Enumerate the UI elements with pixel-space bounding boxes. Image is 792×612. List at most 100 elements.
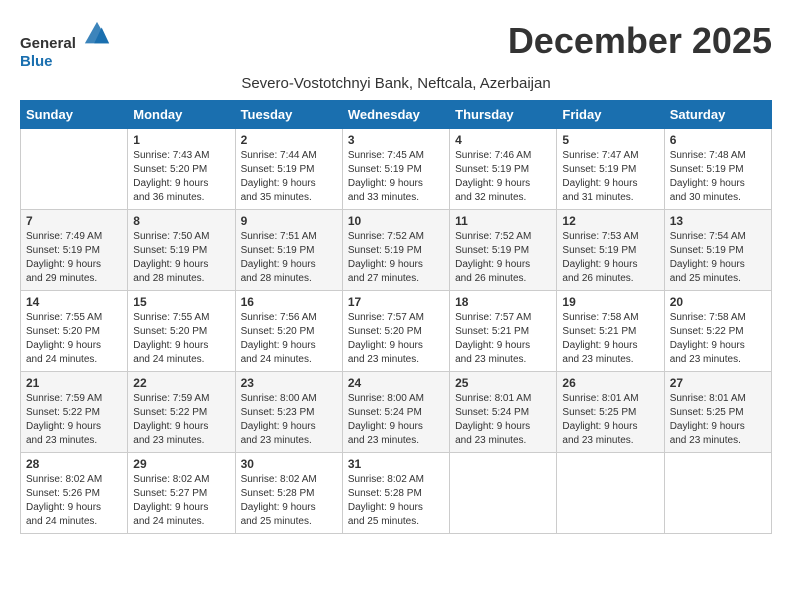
- calendar-week-5: 28 Sunrise: 8:02 AM Sunset: 5:26 PM Dayli…: [21, 453, 772, 534]
- calendar-cell: 6 Sunrise: 7:48 AM Sunset: 5:19 PM Daylig…: [664, 129, 771, 210]
- day-number: 14: [26, 295, 122, 309]
- day-info: Sunrise: 7:54 AM Sunset: 5:19 PM Dayligh…: [670, 230, 766, 286]
- day-info: Sunrise: 7:56 AM Sunset: 5:20 PM Dayligh…: [241, 311, 337, 367]
- day-number: 18: [455, 295, 551, 309]
- day-info: Sunrise: 7:57 AM Sunset: 5:21 PM Dayligh…: [455, 311, 551, 367]
- calendar-cell: 10 Sunrise: 7:52 AM Sunset: 5:19 PM Dayli…: [342, 210, 449, 291]
- calendar-cell: 9 Sunrise: 7:51 AM Sunset: 5:19 PM Daylig…: [235, 210, 342, 291]
- day-info: Sunrise: 7:58 AM Sunset: 5:22 PM Dayligh…: [670, 311, 766, 367]
- day-info: Sunrise: 7:47 AM Sunset: 5:19 PM Dayligh…: [562, 149, 658, 205]
- subtitle: Severo-Vostotchnyi Bank, Neftcala, Azerb…: [20, 75, 772, 92]
- weekday-header-friday: Friday: [557, 101, 664, 129]
- calendar-cell: 26 Sunrise: 8:01 AM Sunset: 5:25 PM Dayli…: [557, 372, 664, 453]
- day-number: 11: [455, 214, 551, 228]
- calendar-cell: 27Sunrise: 8:01 AM Sunset: 5:25 PM Dayli…: [664, 372, 771, 453]
- page-container: General Blue December 2025 Severo-Vostot…: [20, 20, 772, 534]
- day-info: Sunrise: 7:52 AM Sunset: 5:19 PM Dayligh…: [348, 230, 444, 286]
- calendar-cell: 13 Sunrise: 7:54 AM Sunset: 5:19 PM Dayli…: [664, 210, 771, 291]
- calendar-cell: 8Sunrise: 7:50 AM Sunset: 5:19 PM Daylig…: [128, 210, 235, 291]
- calendar-cell: 24Sunrise: 8:00 AM Sunset: 5:24 PM Dayli…: [342, 372, 449, 453]
- calendar-cell: 22 Sunrise: 7:59 AM Sunset: 5:22 PM Dayli…: [128, 372, 235, 453]
- day-info: Sunrise: 8:00 AM Sunset: 5:24 PM Dayligh…: [348, 392, 444, 448]
- calendar-week-4: 21Sunrise: 7:59 AM Sunset: 5:22 PM Dayli…: [21, 372, 772, 453]
- header: General Blue December 2025: [20, 20, 772, 71]
- day-number: 25: [455, 376, 551, 390]
- day-info: Sunrise: 8:02 AM Sunset: 5:28 PM Dayligh…: [241, 473, 337, 529]
- day-info: Sunrise: 8:01 AM Sunset: 5:25 PM Dayligh…: [562, 392, 658, 448]
- calendar-cell: 30Sunrise: 8:02 AM Sunset: 5:28 PM Dayli…: [235, 453, 342, 534]
- day-number: 29: [133, 457, 229, 471]
- header-row: SundayMondayTuesdayWednesdayThursdayFrid…: [21, 101, 772, 129]
- logo-general: General: [20, 20, 111, 53]
- weekday-header-wednesday: Wednesday: [342, 101, 449, 129]
- calendar-week-3: 14 Sunrise: 7:55 AM Sunset: 5:20 PM Dayli…: [21, 291, 772, 372]
- day-info: Sunrise: 8:02 AM Sunset: 5:26 PM Dayligh…: [26, 473, 122, 529]
- calendar-cell: 1 Sunrise: 7:43 AM Sunset: 5:20 PM Daylig…: [128, 129, 235, 210]
- weekday-header-tuesday: Tuesday: [235, 101, 342, 129]
- calendar-cell: 2Sunrise: 7:44 AM Sunset: 5:19 PM Daylig…: [235, 129, 342, 210]
- calendar-cell: 31Sunrise: 8:02 AM Sunset: 5:28 PM Dayli…: [342, 453, 449, 534]
- day-info: Sunrise: 8:01 AM Sunset: 5:25 PM Dayligh…: [670, 392, 766, 448]
- month-title: December 2025: [508, 20, 772, 62]
- day-info: Sunrise: 7:55 AM Sunset: 5:20 PM Dayligh…: [133, 311, 229, 367]
- weekday-header-saturday: Saturday: [664, 101, 771, 129]
- calendar-cell: 14 Sunrise: 7:55 AM Sunset: 5:20 PM Dayli…: [21, 291, 128, 372]
- day-info: Sunrise: 7:58 AM Sunset: 5:21 PM Dayligh…: [562, 311, 658, 367]
- calendar-cell: [557, 453, 664, 534]
- calendar-body: 1 Sunrise: 7:43 AM Sunset: 5:20 PM Daylig…: [21, 129, 772, 534]
- calendar-cell: [21, 129, 128, 210]
- day-number: 22: [133, 376, 229, 390]
- calendar-table: SundayMondayTuesdayWednesdayThursdayFrid…: [20, 100, 772, 534]
- day-number: 12: [562, 214, 658, 228]
- day-info: Sunrise: 7:53 AM Sunset: 5:19 PM Dayligh…: [562, 230, 658, 286]
- day-info: Sunrise: 7:55 AM Sunset: 5:20 PM Dayligh…: [26, 311, 122, 367]
- day-info: Sunrise: 7:48 AM Sunset: 5:19 PM Dayligh…: [670, 149, 766, 205]
- weekday-header-thursday: Thursday: [450, 101, 557, 129]
- day-number: 8: [133, 214, 229, 228]
- calendar-cell: 18 Sunrise: 7:57 AM Sunset: 5:21 PM Dayli…: [450, 291, 557, 372]
- calendar-header: SundayMondayTuesdayWednesdayThursdayFrid…: [21, 101, 772, 129]
- day-number: 6: [670, 133, 766, 147]
- weekday-header-sunday: Sunday: [21, 101, 128, 129]
- day-info: Sunrise: 7:57 AM Sunset: 5:20 PM Dayligh…: [348, 311, 444, 367]
- calendar-cell: 20 Sunrise: 7:58 AM Sunset: 5:22 PM Dayli…: [664, 291, 771, 372]
- calendar-cell: [450, 453, 557, 534]
- day-number: 13: [670, 214, 766, 228]
- calendar-cell: 3 Sunrise: 7:45 AM Sunset: 5:19 PM Daylig…: [342, 129, 449, 210]
- day-info: Sunrise: 7:59 AM Sunset: 5:22 PM Dayligh…: [26, 392, 122, 448]
- day-number: 1: [133, 133, 229, 147]
- calendar-cell: 21Sunrise: 7:59 AM Sunset: 5:22 PM Dayli…: [21, 372, 128, 453]
- day-number: 17: [348, 295, 444, 309]
- logo-icon: [83, 20, 111, 48]
- day-info: Sunrise: 8:02 AM Sunset: 5:27 PM Dayligh…: [133, 473, 229, 529]
- day-number: 5: [562, 133, 658, 147]
- day-info: Sunrise: 8:01 AM Sunset: 5:24 PM Dayligh…: [455, 392, 551, 448]
- calendar-cell: 7Sunrise: 7:49 AM Sunset: 5:19 PM Daylig…: [21, 210, 128, 291]
- day-number: 26: [562, 376, 658, 390]
- calendar-cell: 28 Sunrise: 8:02 AM Sunset: 5:26 PM Dayli…: [21, 453, 128, 534]
- day-info: Sunrise: 7:43 AM Sunset: 5:20 PM Dayligh…: [133, 149, 229, 205]
- weekday-header-monday: Monday: [128, 101, 235, 129]
- day-info: Sunrise: 7:52 AM Sunset: 5:19 PM Dayligh…: [455, 230, 551, 286]
- day-info: Sunrise: 7:44 AM Sunset: 5:19 PM Dayligh…: [241, 149, 337, 205]
- day-info: Sunrise: 7:51 AM Sunset: 5:19 PM Dayligh…: [241, 230, 337, 286]
- day-number: 19: [562, 295, 658, 309]
- calendar-cell: 17 Sunrise: 7:57 AM Sunset: 5:20 PM Dayli…: [342, 291, 449, 372]
- calendar-cell: 19 Sunrise: 7:58 AM Sunset: 5:21 PM Dayli…: [557, 291, 664, 372]
- day-number: 9: [241, 214, 337, 228]
- logo-text: General Blue: [20, 20, 111, 71]
- calendar-cell: [664, 453, 771, 534]
- day-number: 23: [241, 376, 337, 390]
- day-number: 3: [348, 133, 444, 147]
- day-number: 16: [241, 295, 337, 309]
- day-info: Sunrise: 7:59 AM Sunset: 5:22 PM Dayligh…: [133, 392, 229, 448]
- day-info: Sunrise: 7:45 AM Sunset: 5:19 PM Dayligh…: [348, 149, 444, 205]
- day-number: 20: [670, 295, 766, 309]
- calendar-week-1: 1 Sunrise: 7:43 AM Sunset: 5:20 PM Daylig…: [21, 129, 772, 210]
- day-number: 15: [133, 295, 229, 309]
- calendar-cell: 11 Sunrise: 7:52 AM Sunset: 5:19 PM Dayli…: [450, 210, 557, 291]
- calendar-cell: 25 Sunrise: 8:01 AM Sunset: 5:24 PM Dayli…: [450, 372, 557, 453]
- day-number: 10: [348, 214, 444, 228]
- day-number: 28: [26, 457, 122, 471]
- day-info: Sunrise: 7:49 AM Sunset: 5:19 PM Dayligh…: [26, 230, 122, 286]
